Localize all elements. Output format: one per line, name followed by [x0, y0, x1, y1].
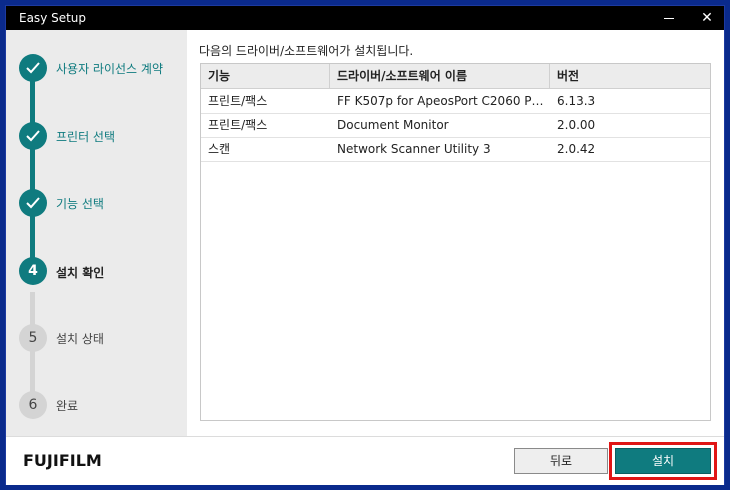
step-2-indicator [19, 122, 47, 150]
step-6-indicator: 6 [19, 391, 47, 419]
cell-version: 2.0.42 [557, 142, 596, 156]
close-button[interactable]: ✕ [692, 8, 722, 28]
easy-setup-window: Easy Setup ✕ 사용자 라이선스 계약 프린터 선택 기능 선택 4 … [5, 5, 725, 485]
progress-line-completed [30, 72, 35, 269]
footer-bar: FUJIFILM 뒤로 설치 [6, 436, 724, 485]
back-button[interactable]: 뒤로 [514, 448, 608, 474]
check-icon [26, 62, 40, 74]
step-1-indicator [19, 54, 47, 82]
table-row[interactable]: 프린트/팩스 FF K507p for ApeosPort C2060 PCL … [201, 89, 710, 114]
column-header-feature[interactable]: 기능 [201, 64, 330, 88]
check-icon [26, 130, 40, 142]
cell-feature: 프린트/팩스 [208, 94, 268, 108]
intro-text: 다음의 드라이버/소프트웨어가 설치됩니다. [199, 44, 414, 58]
install-button[interactable]: 설치 [615, 448, 711, 474]
cell-feature: 프린트/팩스 [208, 118, 268, 132]
step-3-label: 기능 선택 [56, 197, 104, 211]
table-row[interactable]: 프린트/팩스 Document Monitor 2.0.00 [201, 113, 710, 138]
table-header: 기능 드라이버/소프트웨어 이름 버전 [201, 64, 710, 89]
step-4-label: 설치 확인 [56, 266, 105, 280]
title-bar: Easy Setup ✕ [6, 6, 724, 30]
step-1-label: 사용자 라이선스 계약 [56, 62, 163, 76]
step-sidebar: 사용자 라이선스 계약 프린터 선택 기능 선택 4 설치 확인 5 설치 상태… [6, 30, 187, 436]
step-4-indicator: 4 [19, 257, 47, 285]
window-title: Easy Setup [19, 11, 87, 25]
minimize-button[interactable] [654, 8, 684, 28]
minimize-icon [664, 18, 674, 19]
cell-name: FF K507p for ApeosPort C2060 PCL driver [337, 94, 550, 108]
cell-name: Network Scanner Utility 3 [337, 142, 491, 156]
step-3-indicator [19, 189, 47, 217]
main-content: 다음의 드라이버/소프트웨어가 설치됩니다. 기능 드라이버/소프트웨어 이름 … [187, 30, 724, 436]
column-header-name[interactable]: 드라이버/소프트웨어 이름 [330, 64, 550, 88]
step-2-label: 프린터 선택 [56, 130, 116, 144]
cell-version: 6.13.3 [557, 94, 596, 108]
fujifilm-logo: FUJIFILM [23, 451, 102, 470]
table-row[interactable]: 스캔 Network Scanner Utility 3 2.0.42 [201, 137, 710, 162]
step-5-indicator: 5 [19, 324, 47, 352]
cell-version: 2.0.00 [557, 118, 596, 132]
step-5-label: 설치 상태 [56, 332, 104, 346]
check-icon [26, 197, 40, 209]
close-icon: ✕ [701, 10, 713, 26]
step-6-label: 완료 [56, 399, 79, 413]
cell-feature: 스캔 [208, 142, 231, 156]
software-table: 기능 드라이버/소프트웨어 이름 버전 프린트/팩스 FF K507p for … [200, 63, 711, 421]
column-header-version[interactable]: 버전 [550, 64, 710, 88]
cell-name: Document Monitor [337, 118, 449, 132]
